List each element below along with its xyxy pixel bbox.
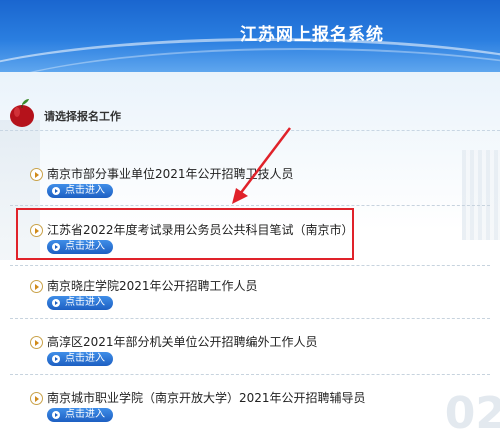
enter-button-label: 点击进入 <box>65 409 105 420</box>
arrow-bullet-icon <box>30 392 43 405</box>
divider <box>10 265 490 266</box>
apple-icon <box>10 99 34 127</box>
enter-button[interactable]: 点击进入 <box>47 352 113 366</box>
list-item: 南京晓庄学院2021年公开招聘工作人员 点击进入 <box>0 276 500 316</box>
item-title[interactable]: 南京市部分事业单位2021年公开招聘卫技人员 <box>47 165 294 182</box>
item-title[interactable]: 南京城市职业学院（南京开放大学）2021年公开招聘辅导员 <box>47 389 366 406</box>
highlight-box <box>16 208 354 260</box>
enter-button[interactable]: 点击进入 <box>47 408 113 422</box>
enter-button[interactable]: 点击进入 <box>47 184 113 198</box>
enter-button[interactable]: 点击进入 <box>47 296 113 310</box>
divider <box>10 205 490 206</box>
enter-button-label: 点击进入 <box>65 297 105 308</box>
play-arrow-icon <box>52 355 60 363</box>
arrow-bullet-icon <box>30 336 43 349</box>
page-title: 江苏网上报名系统 <box>240 25 384 45</box>
item-title[interactable]: 高淳区2021年部分机关单位公开招聘编外工作人员 <box>47 333 318 350</box>
play-arrow-icon <box>52 299 60 307</box>
divider <box>10 318 490 319</box>
arrow-bullet-icon <box>30 280 43 293</box>
enter-button-label: 点击进入 <box>65 185 105 196</box>
header-banner: 江苏网上报名系统 <box>0 0 500 72</box>
item-title[interactable]: 南京晓庄学院2021年公开招聘工作人员 <box>47 277 258 294</box>
play-arrow-icon <box>52 411 60 419</box>
list-item: 南京市部分事业单位2021年公开招聘卫技人员 点击进入 <box>0 164 500 204</box>
divider <box>10 374 490 375</box>
list-item: 南京城市职业学院（南京开放大学）2021年公开招聘辅导员 点击进入 <box>0 388 500 428</box>
section-title: 请选择报名工作 <box>44 110 121 123</box>
enter-button-label: 点击进入 <box>65 353 105 364</box>
play-arrow-icon <box>52 187 60 195</box>
arrow-bullet-icon <box>30 168 43 181</box>
list-item: 高淳区2021年部分机关单位公开招聘编外工作人员 点击进入 <box>0 332 500 372</box>
